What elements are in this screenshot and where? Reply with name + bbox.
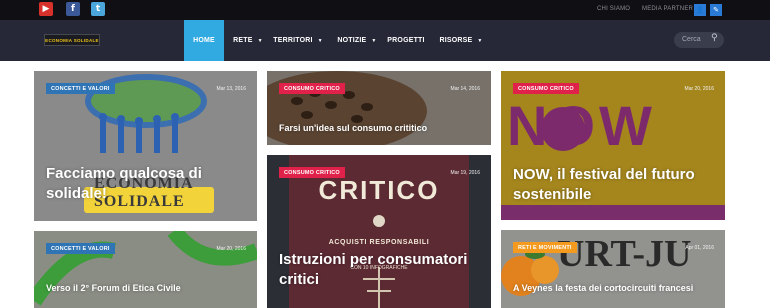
nav-notizie[interactable]: NOTIZIE ▼ [334,20,380,61]
nav-rete-label: RETE [233,37,253,44]
nav-risorse[interactable]: RISORSE ▼ [438,20,484,61]
search-input[interactable]: Cerca ⚲ [674,32,724,48]
facebook-icon[interactable]: f [66,2,80,16]
article-title[interactable]: Farsi un'idea sul consumo crititico [279,122,481,134]
article-title[interactable]: NOW, il festival del futuro sostenibile [513,165,715,205]
article-title[interactable]: Istruzioni per consumatori critici [279,250,481,290]
chevron-down-icon: ▼ [477,37,483,44]
article-date: Mar 13, 2016 [216,86,246,92]
media-partner-link[interactable]: MEDIA PARTNER [642,6,693,12]
article-title[interactable]: Facciamo qualcosa di solidale! [46,164,247,204]
nav-territori-label: TERRITORI [273,37,313,44]
article-date: Mar 14, 2016 [450,86,480,92]
article-date: Mar 20, 2016 [684,86,714,92]
main-navbar: ECONOMIA SOLIDALE HOME RETE ▼ TERRITORI … [0,20,770,61]
category-badge[interactable]: CONCETTI E VALORI [46,243,115,254]
youtube-icon[interactable]: ▶ [39,2,53,16]
nav-notizie-label: NOTIZIE [337,37,367,44]
category-badge[interactable]: CONSUMO CRITICO [279,167,345,178]
article-title[interactable]: Verso il 2° Forum di Etica Civile [46,282,247,294]
user-icon[interactable]: 👤 [694,4,706,16]
nav-home-label: HOME [193,37,215,44]
chevron-down-icon: ▼ [317,37,323,44]
pencil-icon[interactable]: ✎ [710,4,722,16]
nav-progetti[interactable]: PROGETTI [386,20,426,61]
image-subtitle: ACQUISTI RESPONSABILI [328,239,430,246]
article-date: Mar 20, 2016 [216,246,246,252]
nav-risorse-label: RISORSE [439,37,473,44]
nav-rete[interactable]: RETE ▼ [228,20,268,61]
article-card[interactable]: CONCETTI E VALORI Mar 20, 2016 Verso il … [34,231,257,308]
nav-progetti-label: PROGETTI [387,37,425,44]
article-card[interactable]: URT-JU RETI E MOVIMENTI Apr 01, 2016 A V… [501,230,725,308]
site-logo[interactable]: ECONOMIA SOLIDALE [44,34,100,46]
image-lettering: CRITICO [318,175,440,205]
category-badge[interactable]: RETI E MOVIMENTI [513,242,577,253]
top-bar: ▶ f t CHI SIAMO MEDIA PARTNER 👤 ✎ [0,0,770,20]
twitter-icon[interactable]: t [91,2,105,16]
nav-home[interactable]: HOME [184,20,224,61]
search-icon[interactable]: ⚲ [711,33,718,43]
article-date: Mar 19, 2016 [450,170,480,176]
article-card[interactable]: ECONOMIA SOLIDALE CONCETTI E VALORI Mar … [34,71,257,221]
chevron-down-icon: ▼ [257,37,263,44]
chi-siamo-link[interactable]: CHI SIAMO [597,6,630,12]
article-card[interactable]: CONSUMO CRITICO Mar 14, 2016 Farsi un'id… [267,71,491,145]
article-card[interactable]: CRITICO ACQUISTI RESPONSABILI CON 10 INF… [267,155,491,308]
chevron-down-icon: ▼ [371,37,377,44]
nav-territori[interactable]: TERRITORI ▼ [272,20,324,61]
category-badge[interactable]: CONCETTI E VALORI [46,83,115,94]
article-title[interactable]: A Veynes la festa dei cortocircuiti fran… [513,282,715,294]
image-lettering: NOW [507,94,656,157]
category-badge[interactable]: CONSUMO CRITICO [279,83,345,94]
image-lettering: URT-JU [557,233,692,275]
article-date: Apr 01, 2016 [685,245,714,251]
category-badge[interactable]: CONSUMO CRITICO [513,83,579,94]
article-card[interactable]: NOW CONSUMO CRITICO Mar 20, 2016 NOW, il… [501,71,725,220]
search-placeholder: Cerca [682,36,701,43]
